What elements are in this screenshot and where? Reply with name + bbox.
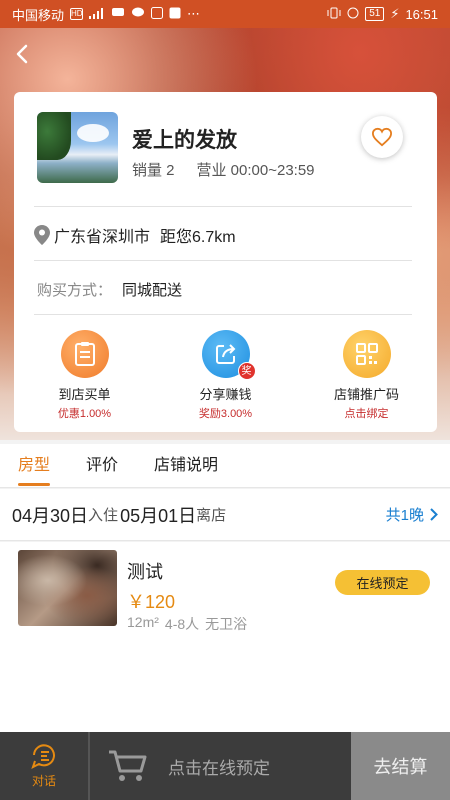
chevron-right-icon: [430, 508, 438, 521]
room-capacity: 4-8人: [164, 616, 200, 632]
room-image[interactable]: [18, 550, 117, 626]
chat-bubble-icon: [131, 7, 145, 22]
buy-method-label: 购买方式：: [37, 282, 113, 299]
address-row[interactable]: 广东省深圳市 距您6.7km: [34, 223, 236, 247]
reward-badge: 奖: [237, 362, 256, 380]
room-area: 12m²: [127, 614, 159, 630]
room-name: 测试: [127, 562, 163, 582]
status-bar: 中国移动 HD ⋯ 51 ⚡ 16:51: [0, 0, 450, 28]
room-price: ￥120: [127, 592, 176, 612]
shop-name: 爱上的发放: [132, 129, 237, 152]
clock: 16:51: [405, 6, 438, 22]
cart-icon: [109, 750, 147, 781]
pay-in-store-button[interactable]: 到店买单 优惠1.00%: [20, 330, 150, 421]
cart-area[interactable]: 点击在线预定: [90, 749, 351, 783]
room-list: 测试 ￥120 12m² 4-8人 无卫浴 在线预定: [0, 542, 450, 732]
checkin-hint: 入住: [88, 507, 119, 524]
address-text: 广东省深圳市: [54, 229, 151, 246]
back-button[interactable]: [8, 40, 36, 68]
action-label: 分享赚钱: [199, 387, 252, 402]
more-notifications-icon: ⋯: [187, 6, 201, 21]
shop-promo-code-button[interactable]: 店铺推广码 点击绑定: [302, 330, 432, 421]
heart-icon: [371, 127, 393, 147]
divider: [34, 260, 412, 261]
carrier-label: 中国移动: [12, 7, 65, 23]
checkout-date[interactable]: 05月01日: [120, 502, 196, 528]
book-online-button[interactable]: 在线预定: [335, 570, 430, 595]
action-label: 到店买单: [58, 387, 111, 402]
divider: [34, 206, 412, 207]
action-sub: 点击绑定: [344, 408, 389, 420]
action-sub: 优惠1.00%: [57, 408, 112, 420]
checkin-date[interactable]: 04月30日: [12, 502, 88, 528]
date-selector[interactable]: 04月30日 入住 05月01日 离店 共1晚: [0, 489, 450, 541]
location-pin-icon: [34, 225, 50, 245]
checkout-hint: 离店: [196, 507, 227, 524]
share-icon: 奖: [201, 330, 256, 380]
shop-thumbnail: [37, 112, 118, 183]
vibrate-icon: [327, 7, 341, 22]
action-sub: 奖励3.00%: [198, 408, 253, 420]
divider: [34, 314, 412, 315]
qr-code-icon: [342, 330, 391, 378]
share-earn-button[interactable]: 奖 分享赚钱 奖励3.00%: [161, 330, 291, 421]
message-icon: [111, 7, 125, 22]
room-bath: 无卫浴: [205, 616, 248, 632]
bottom-bar: 对话 点击在线预定 去结算: [0, 732, 450, 800]
action-label: 店铺推广码: [333, 387, 399, 402]
tab-bar: 房型 评价 店铺说明: [0, 444, 450, 488]
chat-icon: [31, 744, 55, 769]
favorite-button[interactable]: [361, 116, 403, 158]
receipt-icon: [60, 330, 109, 378]
shop-info-card: 爱上的发放 销量 2 营业 00:00~23:59 广东省深圳市 距您6.7km…: [14, 92, 437, 432]
buy-method-value: 同城配送: [122, 282, 183, 299]
alarm-icon: [347, 7, 359, 22]
buy-method-row: 购买方式： 同城配送: [37, 279, 182, 300]
signal-icon: [89, 7, 105, 22]
shop-hours: 营业 00:00~23:59: [196, 162, 315, 179]
app-notification-icon: [151, 6, 164, 22]
nights-count[interactable]: 共1晚: [386, 504, 438, 525]
distance-text: 距您6.7km: [160, 229, 236, 246]
battery-icon: 51: [365, 7, 385, 21]
tab-shop-description[interactable]: 店铺说明: [154, 444, 218, 488]
tab-reviews[interactable]: 评价: [86, 444, 118, 488]
cart-hint: 点击在线预定: [168, 758, 270, 778]
chat-button[interactable]: 对话: [0, 732, 90, 800]
app-notification-icon-2: [169, 7, 181, 22]
charging-icon: ⚡: [390, 6, 400, 21]
chat-label: 对话: [31, 774, 56, 788]
tab-room-type[interactable]: 房型: [18, 444, 51, 488]
hd-icon: HD: [70, 8, 84, 20]
shop-sales: 销量 2: [132, 162, 175, 179]
chevron-left-icon: [16, 44, 28, 64]
checkout-button[interactable]: 去结算: [351, 732, 450, 800]
nights-text: 共1晚: [385, 507, 424, 524]
